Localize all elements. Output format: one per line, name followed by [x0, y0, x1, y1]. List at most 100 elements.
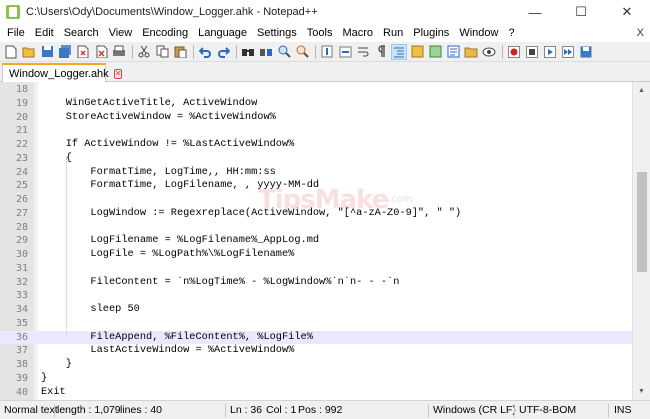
status-pos: Pos : 992 [298, 404, 343, 416]
find-icon[interactable] [240, 44, 256, 60]
close-icon[interactable] [75, 44, 91, 60]
line-number: 28 [15, 221, 28, 233]
menu-plugins[interactable]: Plugins [408, 24, 454, 42]
code-line[interactable]: 39} [0, 372, 632, 386]
code-text: FormatTime, LogTime,, HH:mm:ss [41, 165, 276, 178]
code-line[interactable]: 38 } [0, 358, 632, 372]
code-line[interactable]: 28 [0, 221, 632, 235]
code-editor[interactable]: 18 19 WinGetActiveTitle, ActiveWindow 20 S… [0, 82, 632, 400]
zoom-in-icon[interactable] [276, 44, 292, 60]
code-line[interactable]: 18 [0, 83, 632, 97]
copy-icon[interactable] [154, 44, 170, 60]
code-line[interactable]: 33 [0, 289, 632, 303]
menu-run[interactable]: Run [378, 24, 408, 42]
menu-help[interactable]: ? [503, 24, 519, 42]
code-line[interactable]: 36 FileAppend, %FileContent%, %LogFile% [0, 330, 632, 345]
code-line[interactable]: 22 If ActiveWindow != %LastActiveWindow% [0, 138, 632, 152]
line-number: 34 [15, 304, 28, 315]
monitor-icon[interactable] [481, 44, 497, 60]
close-document-button[interactable]: X [637, 24, 644, 42]
close-all-icon[interactable] [93, 44, 109, 60]
tab-close-icon[interactable]: ✕ [113, 69, 123, 79]
save-icon[interactable] [39, 44, 55, 60]
line-number: 27 [15, 207, 28, 219]
line-number: 18 [15, 84, 28, 95]
code-text: WinGetActiveTitle, ActiveWindow [41, 96, 258, 109]
code-line[interactable]: 23 { [0, 152, 632, 166]
code-line[interactable]: 21 [0, 124, 632, 138]
new-file-icon[interactable] [3, 44, 19, 60]
code-line[interactable]: 20 StoreActiveWindow = %ActiveWindow% [0, 111, 632, 125]
word-wrap-icon[interactable] [355, 44, 371, 60]
save-all-icon[interactable] [57, 44, 73, 60]
scroll-down-icon[interactable]: ▼ [633, 383, 650, 400]
record-macro-icon[interactable] [506, 44, 522, 60]
code-line[interactable]: 40 Exit [0, 386, 632, 400]
stop-macro-icon[interactable] [524, 44, 540, 60]
menu-tools[interactable]: Tools [302, 24, 338, 42]
status-insert-mode[interactable]: INS [614, 404, 632, 416]
menu-macro[interactable]: Macro [337, 24, 378, 42]
print-icon[interactable] [111, 44, 127, 60]
close-button[interactable]: ✕ [604, 0, 650, 24]
menu-view[interactable]: View [104, 24, 138, 42]
watermark-logo: TipsMake [258, 185, 389, 215]
line-number: 39 [15, 372, 28, 384]
vertical-scrollbar[interactable]: ▲ ▼ [632, 82, 650, 400]
menu-file[interactable]: File [2, 24, 30, 42]
status-encoding[interactable]: UTF-8-BOM [519, 404, 576, 416]
code-line[interactable]: 19 WinGetActiveTitle, ActiveWindow [0, 97, 632, 111]
cut-icon[interactable] [136, 44, 152, 60]
menu-settings[interactable]: Settings [252, 24, 302, 42]
code-line[interactable]: 31 [0, 262, 632, 276]
code-text: } [41, 358, 72, 370]
menu-language[interactable]: Language [193, 24, 252, 42]
status-separator [54, 404, 55, 417]
code-line[interactable]: 34 sleep 50 [0, 303, 632, 317]
menu-edit[interactable]: Edit [30, 24, 59, 42]
code-line[interactable]: 35 [0, 317, 632, 331]
doc-map-icon[interactable] [427, 44, 443, 60]
save-macro-icon[interactable] [578, 44, 594, 60]
toolbar [0, 42, 650, 62]
menu-encoding[interactable]: Encoding [137, 24, 193, 42]
sync-vertical-icon[interactable] [319, 44, 335, 60]
code-line[interactable]: 37 LastActiveWindow = %ActiveWindow% [0, 344, 632, 358]
play-macro-icon[interactable] [542, 44, 558, 60]
scroll-up-icon[interactable]: ▲ [633, 82, 650, 99]
scrollbar-thumb[interactable] [637, 172, 647, 272]
indent-guide [66, 158, 67, 334]
line-number: 22 [15, 139, 28, 150]
undo-icon[interactable] [197, 44, 213, 60]
minimize-button[interactable]: — [512, 0, 558, 24]
menu-window[interactable]: Window [454, 24, 503, 42]
paste-icon[interactable] [172, 44, 188, 60]
code-text: LogFile = %LogPath%\%LogFilename% [41, 248, 295, 260]
status-separator [428, 404, 429, 417]
code-line[interactable]: 32 FileContent = `n%LogTime% - %LogWindo… [0, 276, 632, 290]
function-list-icon[interactable] [445, 44, 461, 60]
code-line[interactable]: 29 LogFilename = %LogFilename%_AppLog.md [0, 234, 632, 248]
redo-icon[interactable] [215, 44, 231, 60]
zoom-out-icon[interactable] [294, 44, 310, 60]
code-text: StoreActiveWindow = %ActiveWindow% [41, 110, 276, 123]
code-line[interactable]: 24 FormatTime, LogTime,, HH:mm:ss [0, 166, 632, 180]
code-line[interactable]: 30 LogFile = %LogPath%\%LogFilename% [0, 248, 632, 262]
line-number: 20 [15, 111, 28, 123]
tab-window-logger[interactable]: Window_Logger.ahk ✕ [2, 63, 123, 83]
menu-search[interactable]: Search [59, 24, 104, 42]
indent-guide-icon[interactable] [391, 43, 407, 60]
line-number: 25 [15, 180, 28, 192]
open-file-icon[interactable] [21, 44, 37, 60]
user-lang-icon[interactable] [409, 44, 425, 60]
replace-icon[interactable] [258, 44, 274, 60]
show-all-chars-icon[interactable] [373, 44, 389, 60]
line-number: 40 [15, 386, 28, 398]
code-text: sleep 50 [41, 303, 140, 315]
folder-workspace-icon[interactable] [463, 44, 479, 60]
run-macro-multiple-icon[interactable] [560, 44, 576, 60]
sync-horizontal-icon[interactable] [337, 44, 353, 60]
code-text: FileContent = `n%LogTime% - %LogWindow%`… [41, 275, 400, 288]
maximize-button[interactable]: ☐ [558, 0, 604, 24]
status-eol[interactable]: Windows (CR LF) [433, 404, 516, 416]
